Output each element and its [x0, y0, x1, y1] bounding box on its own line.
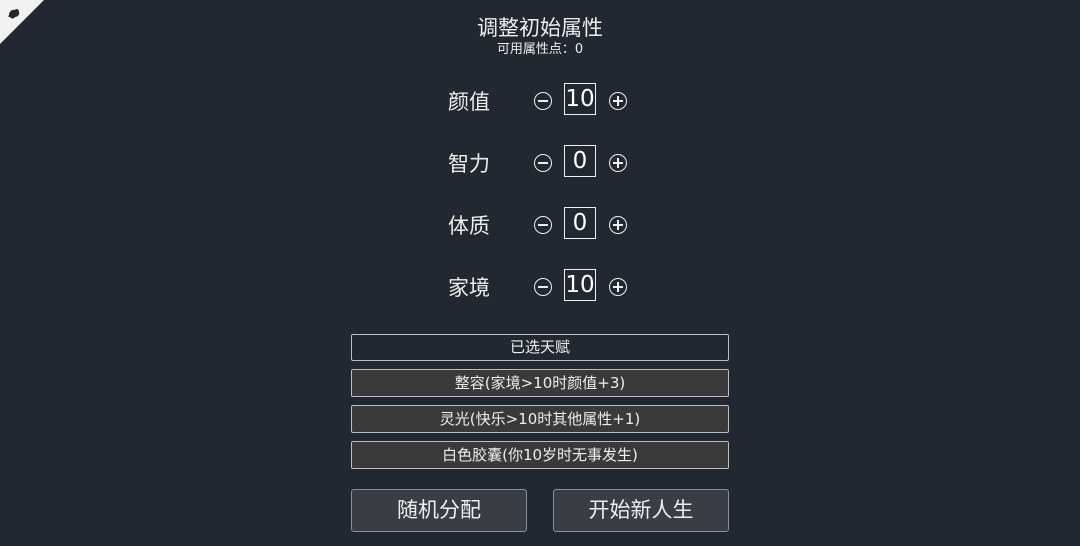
attribute-label: 家境: [448, 276, 490, 300]
attribute-value-input[interactable]: [564, 145, 596, 177]
plus-circle-icon[interactable]: [609, 154, 627, 172]
attribute-value-input[interactable]: [564, 269, 596, 301]
attribute-label: 颜值: [448, 90, 490, 114]
plus-circle-icon[interactable]: [609, 92, 627, 110]
plus-circle-icon[interactable]: [609, 278, 627, 296]
talent-item[interactable]: 灵光(快乐>10时其他属性+1): [351, 405, 729, 433]
minus-circle-icon[interactable]: [534, 278, 552, 296]
attribute-row-family: 家境: [440, 268, 640, 308]
minus-circle-icon[interactable]: [534, 92, 552, 110]
plus-circle-icon[interactable]: [609, 216, 627, 234]
start-new-life-button[interactable]: 开始新人生: [553, 489, 729, 532]
attribute-value-input[interactable]: [564, 207, 596, 239]
selected-talents-header: 已选天赋: [351, 334, 729, 361]
attribute-row-physique: 体质: [440, 206, 640, 246]
minus-circle-icon[interactable]: [534, 216, 552, 234]
page-title: 调整初始属性: [477, 16, 603, 40]
available-points: 可用属性点：0: [496, 42, 584, 57]
talent-item[interactable]: 整容(家境>10时颜值+3): [351, 369, 729, 397]
attribute-label: 体质: [448, 214, 490, 238]
random-allocate-button[interactable]: 随机分配: [351, 489, 527, 532]
talent-item[interactable]: 白色胶囊(你10岁时无事发生): [351, 441, 729, 469]
attribute-row-charm: 颜值: [440, 82, 640, 122]
attribute-label: 智力: [448, 152, 490, 176]
minus-circle-icon[interactable]: [534, 154, 552, 172]
attribute-row-intelligence: 智力: [440, 144, 640, 184]
attribute-value-input[interactable]: [564, 83, 596, 115]
